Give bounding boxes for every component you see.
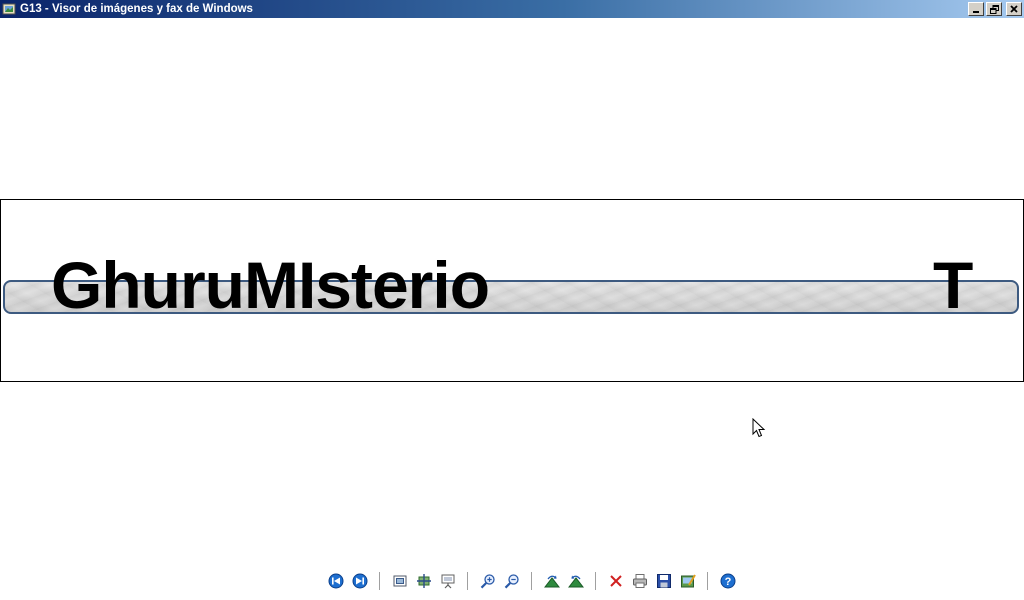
- zoom-out-icon: [504, 574, 519, 589]
- best-fit-icon: [393, 575, 407, 587]
- zoom-in-button[interactable]: [477, 570, 499, 592]
- toolbar-separator: [467, 572, 469, 590]
- close-button[interactable]: [1006, 2, 1022, 16]
- toolbar-separator: [595, 572, 597, 590]
- image-view-area[interactable]: GhuruMIsterio T: [0, 18, 1024, 558]
- print-button[interactable]: [629, 570, 651, 592]
- slideshow-button[interactable]: [437, 570, 459, 592]
- slideshow-icon: [441, 574, 455, 589]
- help-button[interactable]: ?: [717, 570, 739, 592]
- help-icon: ?: [720, 573, 736, 589]
- image-viewer-icon[interactable]: [2, 2, 16, 16]
- toolbar-separator: [707, 572, 709, 590]
- actual-size-icon: [417, 574, 431, 588]
- toolbar-separator: [531, 572, 533, 590]
- print-icon: [633, 574, 647, 588]
- zoom-in-icon: [480, 574, 495, 589]
- minimize-button[interactable]: [968, 2, 984, 16]
- best-fit-button[interactable]: [389, 570, 411, 592]
- banner-title-text: GhuruMIsterio: [51, 248, 490, 322]
- save-icon: [657, 574, 671, 588]
- mouse-pointer-icon: [752, 418, 766, 438]
- previous-image-button[interactable]: [325, 570, 347, 592]
- restore-button[interactable]: [986, 2, 1002, 16]
- rotate-counterclockwise-button[interactable]: [565, 570, 587, 592]
- rotate-clockwise-icon: [544, 575, 560, 588]
- zoom-out-button[interactable]: [501, 570, 523, 592]
- rotate-clockwise-button[interactable]: [541, 570, 563, 592]
- rotate-counterclockwise-icon: [568, 575, 584, 588]
- delete-icon: [610, 575, 622, 587]
- svg-text:?: ?: [725, 576, 732, 588]
- window-controls: [968, 2, 1022, 16]
- toolbar-separator: [379, 572, 381, 590]
- delete-button[interactable]: [605, 570, 627, 592]
- close-icon: [1010, 5, 1018, 13]
- edit-button[interactable]: [677, 570, 699, 592]
- viewer-toolbar: ?: [324, 570, 740, 592]
- restore-icon: [989, 4, 999, 14]
- title-bar: G13 - Visor de imágenes y fax de Windows: [0, 0, 1024, 18]
- banner-trailing-letter: T: [933, 248, 974, 322]
- next-image-button[interactable]: [349, 570, 371, 592]
- previous-image-icon: [328, 573, 344, 589]
- window-title: G13 - Visor de imágenes y fax de Windows: [20, 3, 253, 15]
- next-image-icon: [352, 573, 368, 589]
- displayed-image: GhuruMIsterio T: [0, 199, 1024, 382]
- actual-size-button[interactable]: [413, 570, 435, 592]
- minimize-icon: [973, 11, 979, 13]
- save-button[interactable]: [653, 570, 675, 592]
- edit-icon: [681, 574, 696, 588]
